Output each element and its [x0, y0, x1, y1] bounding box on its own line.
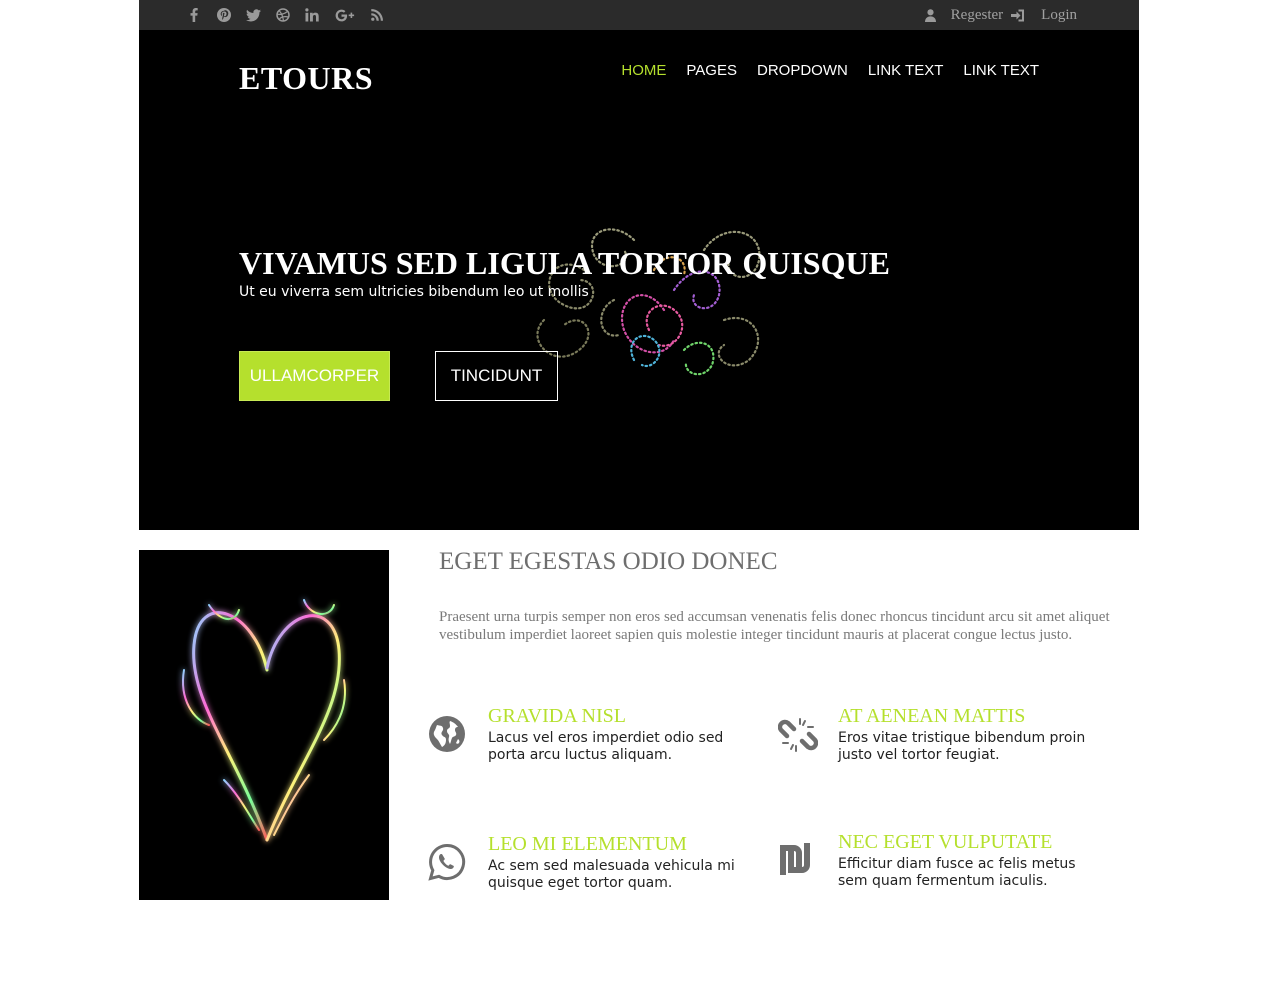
account-links: Regester Login: [924, 0, 1085, 30]
nav-item-home[interactable]: HOME: [621, 62, 666, 79]
globe-icon: [428, 715, 466, 753]
hero-banner: ETOURS HOME PAGES DROPDOWN LINK TEXT LIN…: [139, 30, 1139, 530]
user-icon: [924, 8, 938, 22]
social-links: [186, 0, 399, 30]
shekel-icon: [778, 841, 816, 879]
register-link[interactable]: Regester: [951, 7, 1003, 24]
feature-text: Ac sem sed malesuada vehicula mi quisque…: [488, 858, 735, 891]
feature-text: Lacus vel eros imperdiet odio sed porta …: [488, 730, 724, 763]
feature-title: AT AENEAN MATTIS: [838, 705, 1026, 727]
ullamcorper-button[interactable]: ULLAMCORPER: [239, 351, 390, 401]
neon-heart-image: [139, 550, 389, 900]
login-link[interactable]: Login: [1041, 7, 1077, 24]
facebook-icon[interactable]: [186, 7, 202, 23]
nav-item-link-text-2[interactable]: LINK TEXT: [963, 62, 1039, 79]
section-title: EGET EGESTAS ODIO DONEC: [439, 548, 778, 575]
feature-text: Efficitur diam fusce ac felis metus sem …: [838, 856, 1076, 889]
feature-title: GRAVIDA NISL: [488, 705, 626, 727]
hero-title: VIVAMUS SED LIGULA TORTOR QUISQUE: [239, 245, 890, 281]
feature-item: LEO MI ELEMENTUM Ac sem sed malesuada ve…: [428, 833, 735, 903]
whatsapp-icon: [428, 843, 466, 881]
hero-subtitle: Ut eu viverra sem ultricies bibendum leo…: [239, 284, 589, 300]
section-description: Praesent urna turpis semper non eros sed…: [439, 609, 1110, 643]
top-bar: Regester Login: [139, 0, 1139, 30]
broken-link-icon: [777, 715, 819, 753]
linkedin-icon[interactable]: [304, 7, 320, 23]
twitter-icon[interactable]: [245, 7, 261, 23]
dribbble-icon[interactable]: [275, 7, 291, 23]
nav-item-pages[interactable]: PAGES: [686, 62, 737, 79]
site-logo[interactable]: ETOURS: [239, 60, 373, 97]
google-plus-icon[interactable]: [334, 7, 356, 23]
feature-title: LEO MI ELEMENTUM: [488, 833, 687, 855]
feature-item: NEC EGET VULPUTATE Efficitur diam fusce …: [778, 831, 1078, 901]
feature-item: AT AENEAN MATTIS Eros vitae tristique bi…: [777, 705, 1085, 775]
pinterest-icon[interactable]: [216, 7, 232, 23]
tincidunt-button[interactable]: TINCIDUNT: [435, 351, 558, 401]
feature-item: GRAVIDA NISL Lacus vel eros imperdiet od…: [428, 705, 728, 775]
feature-title: NEC EGET VULPUTATE: [838, 831, 1053, 853]
feature-text: Eros vitae tristique bibendum proin just…: [838, 730, 1086, 763]
nav-item-dropdown[interactable]: DROPDOWN: [757, 62, 848, 79]
sign-in-icon: [1011, 8, 1025, 22]
rss-icon[interactable]: [369, 7, 385, 23]
nav-item-link-text-1[interactable]: LINK TEXT: [868, 62, 944, 79]
main-nav: HOME PAGES DROPDOWN LINK TEXT LINK TEXT: [601, 62, 1039, 79]
